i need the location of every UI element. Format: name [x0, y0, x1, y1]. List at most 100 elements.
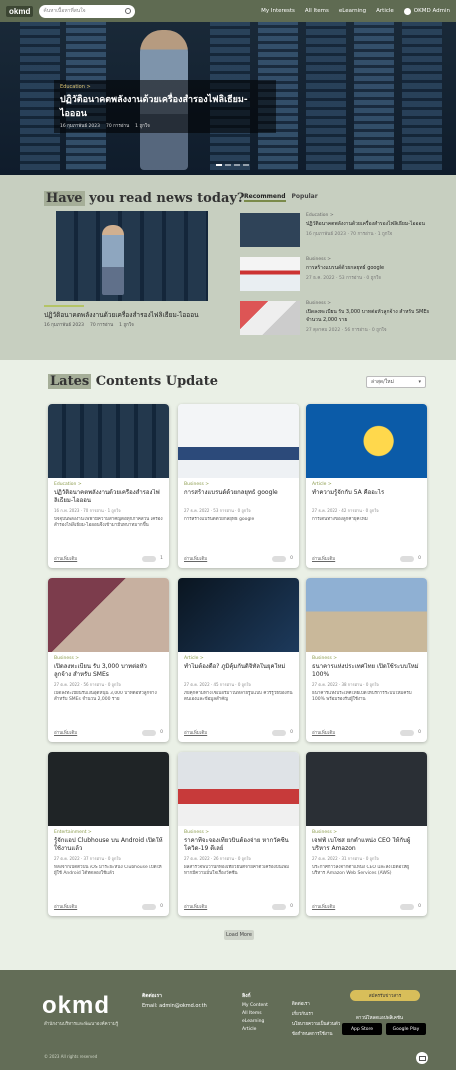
card-image[interactable]: [48, 404, 169, 478]
card-image[interactable]: [306, 404, 427, 478]
read-more-link[interactable]: อ่านเพิ่มเติม: [54, 729, 77, 736]
share-icon[interactable]: [272, 903, 287, 910]
content-card[interactable]: Business > ธนาคารแห่งประเทศไทย เปิดใช้ระบ…: [306, 578, 427, 742]
like-count[interactable]: 0: [418, 904, 421, 909]
carousel-dot[interactable]: [234, 164, 240, 166]
card-image[interactable]: [306, 752, 427, 826]
card-image[interactable]: [178, 404, 299, 478]
side-title[interactable]: เปิดลงทะเบียน รับ 3,000 บาทต่อหัวลูกจ้าง…: [306, 308, 430, 324]
footer-link[interactable]: eLearning: [242, 1019, 268, 1024]
carousel-dot[interactable]: [216, 164, 222, 166]
read-more-link[interactable]: อ่านเพิ่มเติม: [312, 903, 335, 910]
side-title[interactable]: การสร้างแบรนด์ด้วยกลยุทธ์ google: [306, 264, 384, 272]
card-title[interactable]: ปฏิวัติอนาคตพลังงานด้วยเครื่องสำรองไฟลิเ…: [54, 489, 163, 505]
content-card[interactable]: Business > ราคาที่จะจองเที่ยวบินต้องจ่าย …: [178, 752, 299, 916]
card-title[interactable]: ทำความรู้จักกับ 5A คืออะไร: [312, 489, 421, 505]
google-play-button[interactable]: Google Play: [386, 1023, 426, 1035]
carousel-dot[interactable]: [225, 164, 231, 166]
card-category[interactable]: Article >: [184, 656, 293, 661]
card-title[interactable]: ธนาคารแห่งประเทศไทย เปิดใช้ระบบใหม่ 100%: [312, 663, 421, 679]
side-title[interactable]: ปฏิวัติอนาคตพลังงานด้วยเครื่องสำรองไฟลิเ…: [306, 220, 425, 228]
footer-link[interactable]: ข้อกำหนดการใช้งาน: [292, 1030, 340, 1037]
read-more-link[interactable]: อ่านเพิ่มเติม: [312, 555, 335, 562]
side-list-item[interactable]: Education > ปฏิวัติอนาคตพลังงานด้วยเครื่…: [240, 213, 430, 251]
card-image[interactable]: [306, 578, 427, 652]
subscribe-button[interactable]: สมัครรับข่าวสาร: [350, 990, 420, 1001]
card-title[interactable]: เจฟฟ์ เบโซส ยกตำแหน่ง CEO ให้กับผู้บริหา…: [312, 837, 421, 853]
footer-link[interactable]: My Content: [242, 1003, 268, 1008]
card-category[interactable]: Education >: [54, 482, 163, 487]
content-card[interactable]: Education > ปฏิวัติอนาคตพลังงานด้วยเครื่อ…: [48, 404, 169, 568]
card-category[interactable]: Article >: [312, 482, 421, 487]
side-list-item[interactable]: Business > การสร้างแบรนด์ด้วยกลยุทธ์ goo…: [240, 257, 430, 295]
load-more-button[interactable]: Load More: [224, 930, 254, 940]
read-more-link[interactable]: อ่านเพิ่มเติม: [54, 555, 77, 562]
feature-image[interactable]: [56, 211, 208, 301]
contact-email[interactable]: Email: admin@okmd.or.th: [142, 1003, 207, 1009]
nav-article[interactable]: Article: [376, 8, 394, 14]
footer-link[interactable]: Article: [242, 1027, 268, 1032]
share-icon[interactable]: [142, 903, 157, 910]
share-icon[interactable]: [142, 729, 157, 736]
card-image[interactable]: [178, 578, 299, 652]
hero-category[interactable]: Education >: [60, 84, 270, 90]
footer-link[interactable]: All Items: [242, 1011, 268, 1016]
card-category[interactable]: Business >: [54, 656, 163, 661]
share-icon[interactable]: [272, 555, 287, 562]
chat-icon[interactable]: [416, 1052, 428, 1064]
card-category[interactable]: Business >: [312, 830, 421, 835]
like-count[interactable]: 0: [418, 556, 421, 561]
card-image[interactable]: [178, 752, 299, 826]
content-card[interactable]: Entertainment > รู้จักแอป Clubhouse บน An…: [48, 752, 169, 916]
content-card[interactable]: Business > เปิดลงทะเบียน รับ 3,000 บาทต่อ…: [48, 578, 169, 742]
user-menu[interactable]: OKMD Admin: [403, 7, 450, 15]
share-icon[interactable]: [400, 729, 415, 736]
card-title[interactable]: ทำไมต้องดื้อ? ภูมิคุ้มกันดิจิทัลในยุคใหม…: [184, 663, 293, 679]
side-list-item[interactable]: Business > เปิดลงทะเบียน รับ 3,000 บาทต่…: [240, 301, 430, 339]
nav-all-items[interactable]: All Items: [305, 8, 329, 14]
card-image[interactable]: [48, 578, 169, 652]
nav-elearning[interactable]: eLearning: [339, 8, 366, 14]
hero-banner[interactable]: Education > ปฏิวัติอนาคตพลังงานด้วยเครื่…: [0, 0, 456, 175]
read-more-link[interactable]: อ่านเพิ่มเติม: [184, 903, 207, 910]
share-icon[interactable]: [272, 729, 287, 736]
like-count[interactable]: 0: [418, 730, 421, 735]
card-title[interactable]: รู้จักแอป Clubhouse บน Android เปิดให้ใช…: [54, 837, 163, 853]
sort-select[interactable]: ล่าสุด/ใหม่ ▾: [366, 376, 426, 388]
share-icon[interactable]: [400, 555, 415, 562]
footer-link[interactable]: ติดต่อเรา: [292, 1000, 340, 1007]
search-input[interactable]: ค้นหาเนื้อหาที่สนใจ: [39, 4, 136, 18]
card-category[interactable]: Entertainment >: [54, 830, 163, 835]
feature-title[interactable]: ปฏิวัติอนาคตพลังงานด้วยเครื่องสำรองไฟลิเ…: [44, 310, 199, 320]
read-more-link[interactable]: อ่านเพิ่มเติม: [184, 729, 207, 736]
read-more-link[interactable]: อ่านเพิ่มเติม: [312, 729, 335, 736]
content-card[interactable]: Business > การสร้างแบรนด์ด้วยกลยุทธ์ goog…: [178, 404, 299, 568]
tab-popular[interactable]: Popular: [292, 193, 318, 202]
card-category[interactable]: Business >: [184, 830, 293, 835]
like-count[interactable]: 0: [160, 730, 163, 735]
share-icon[interactable]: [400, 903, 415, 910]
card-category[interactable]: Business >: [184, 482, 293, 487]
like-count[interactable]: 1: [160, 556, 163, 561]
footer-link[interactable]: นโยบายความเป็นส่วนตัว: [292, 1020, 340, 1027]
like-count[interactable]: 0: [290, 730, 293, 735]
carousel-dot[interactable]: [243, 164, 249, 166]
card-title[interactable]: ราคาที่จะจองเที่ยวบินต้องจ่าย หากวัคซีนโ…: [184, 837, 293, 853]
card-title[interactable]: เปิดลงทะเบียน รับ 3,000 บาทต่อหัวลูกจ้าง…: [54, 663, 163, 679]
app-store-button[interactable]: App Store: [342, 1023, 382, 1035]
read-more-link[interactable]: อ่านเพิ่มเติม: [54, 903, 77, 910]
content-card[interactable]: Business > เจฟฟ์ เบโซส ยกตำแหน่ง CEO ให้ก…: [306, 752, 427, 916]
read-more-link[interactable]: อ่านเพิ่มเติม: [184, 555, 207, 562]
carousel-dots[interactable]: [216, 164, 249, 166]
nav-my-interests[interactable]: My Interests: [261, 8, 295, 14]
card-image[interactable]: [48, 752, 169, 826]
card-title[interactable]: การสร้างแบรนด์ด้วยกลยุทธ์ google: [184, 489, 293, 505]
like-count[interactable]: 0: [160, 904, 163, 909]
content-card[interactable]: Article > ทำความรู้จักกับ 5A คืออะไร 27 ธ.…: [306, 404, 427, 568]
logo[interactable]: okmd: [6, 5, 34, 17]
search-icon[interactable]: [125, 8, 132, 14]
tab-recommend[interactable]: Recommend: [244, 193, 286, 202]
card-category[interactable]: Business >: [312, 656, 421, 661]
content-card[interactable]: Article > ทำไมต้องดื้อ? ภูมิคุ้มกันดิจิทั…: [178, 578, 299, 742]
footer-logo[interactable]: okmd: [42, 992, 110, 1020]
